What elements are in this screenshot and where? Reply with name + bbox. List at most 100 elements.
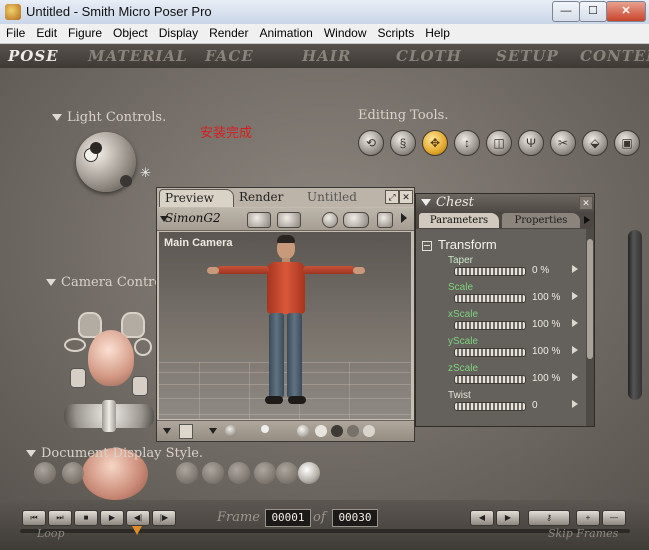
total-frames-field[interactable]: 00030 <box>332 509 378 527</box>
view-toggle-icon[interactable] <box>322 212 338 228</box>
camera-hand-icon[interactable] <box>70 368 86 388</box>
menu-render[interactable]: Render <box>203 24 253 40</box>
param-menu-arrow-icon[interactable] <box>572 400 578 408</box>
param-menu-arrow-icon[interactable] <box>572 346 578 354</box>
prev-keyframe-button[interactable]: ◀ <box>470 510 494 526</box>
param-value[interactable]: 100 % <box>532 346 560 357</box>
playhead-icon[interactable] <box>132 526 142 535</box>
room-tab-pose[interactable]: POSE <box>8 47 59 65</box>
room-tab-cloth[interactable]: CLOTH <box>396 47 462 65</box>
close-icon[interactable]: ✕ <box>399 190 413 204</box>
tab-preview[interactable]: Preview <box>159 189 234 207</box>
room-tab-material[interactable]: MATERIAL <box>88 47 188 65</box>
collapse-box-icon[interactable] <box>422 240 432 251</box>
display-dot-icon[interactable] <box>363 425 375 437</box>
menu-window[interactable]: Window <box>318 24 372 40</box>
3d-viewport[interactable]: Main Camera <box>159 232 411 419</box>
move-y-control[interactable] <box>102 400 116 432</box>
light-dot-icon[interactable] <box>261 425 269 433</box>
figure-shirt[interactable] <box>267 262 305 314</box>
param-menu-arrow-icon[interactable] <box>572 265 578 273</box>
maximize-button[interactable]: ☐ <box>579 1 607 22</box>
face-camera-icon[interactable] <box>64 338 86 352</box>
go-to-end-button[interactable]: ⏭ <box>48 510 72 526</box>
menu-triangle-icon[interactable] <box>163 428 171 434</box>
scale-tool-icon[interactable]: ◫ <box>486 130 512 156</box>
group-header[interactable]: Transform <box>422 237 497 252</box>
light-handle[interactable] <box>90 142 102 154</box>
scrollbar[interactable] <box>586 229 594 426</box>
menu-help[interactable]: Help <box>419 24 455 40</box>
camera-hand-icon[interactable] <box>132 376 148 396</box>
edit-keyframes-button[interactable]: ⚷ <box>528 510 570 526</box>
room-tab-setup[interactable]: SETUP <box>496 47 559 65</box>
play-button[interactable]: ▶ <box>100 510 124 526</box>
arrow-right-icon[interactable] <box>401 213 407 223</box>
tab-properties[interactable]: Properties <box>502 213 580 228</box>
sun-icon[interactable]: ✳ <box>140 165 151 181</box>
tab-render[interactable]: Render <box>231 189 299 206</box>
twist-tool-icon[interactable]: § <box>390 130 416 156</box>
display-style-button[interactable] <box>276 462 298 484</box>
shading-ball-icon[interactable] <box>297 425 309 437</box>
color-swatch[interactable] <box>179 424 193 439</box>
grouping-tool-icon[interactable]: ▣ <box>614 130 640 156</box>
timeline-slider[interactable] <box>20 529 630 533</box>
stop-button[interactable]: ■ <box>74 510 98 526</box>
figure-name[interactable]: SimonG2 <box>165 211 221 225</box>
camera-head-control[interactable] <box>88 330 134 386</box>
param-value[interactable]: 100 % <box>532 292 560 303</box>
add-keyframe-button[interactable]: + <box>576 510 600 526</box>
light-controls-header[interactable]: Light Controls. <box>52 110 166 125</box>
menu-figure[interactable]: Figure <box>62 24 107 40</box>
loop-label[interactable]: Loop <box>37 527 65 540</box>
scrollbar-thumb[interactable] <box>587 239 593 359</box>
current-frame-field[interactable]: 00001 <box>265 509 311 527</box>
display-dot-icon[interactable] <box>347 425 359 437</box>
display-dot-icon[interactable] <box>315 425 327 437</box>
camera-select-icon[interactable] <box>247 212 271 228</box>
light-handle[interactable] <box>120 175 132 187</box>
menu-object[interactable]: Object <box>107 24 153 40</box>
document-display-style-header[interactable]: Document Display Style. <box>26 446 203 461</box>
menu-file[interactable]: File <box>0 24 30 40</box>
room-tab-face[interactable]: FACE <box>205 47 254 65</box>
param-dial[interactable] <box>454 321 526 330</box>
menu-animation[interactable]: Animation <box>253 24 317 40</box>
flyaround-camera-icon[interactable] <box>134 338 152 356</box>
prev-frame-button[interactable]: ◀| <box>126 510 150 526</box>
skip-frames-label[interactable]: Skip Frames <box>548 527 618 540</box>
resize-icon[interactable]: ⤢ <box>385 190 399 204</box>
param-menu-arrow-icon[interactable] <box>572 292 578 300</box>
param-value[interactable]: 100 % <box>532 373 560 384</box>
figure-right-arm[interactable] <box>303 266 355 274</box>
menu-scripts[interactable]: Scripts <box>372 24 420 40</box>
menu-triangle-icon[interactable] <box>209 428 217 434</box>
param-value[interactable]: 100 % <box>532 319 560 330</box>
close-icon[interactable]: ✕ <box>579 196 593 210</box>
preview-option-icon[interactable] <box>377 212 393 228</box>
shading-ball-icon[interactable] <box>225 425 237 437</box>
close-button[interactable]: ✕ <box>606 1 646 22</box>
display-style-button[interactable] <box>228 462 250 484</box>
side-panel-handle[interactable] <box>628 230 642 400</box>
figure-left-leg[interactable] <box>269 313 284 398</box>
param-menu-arrow-icon[interactable] <box>572 319 578 327</box>
param-dial[interactable] <box>454 294 526 303</box>
display-style-button[interactable] <box>176 462 198 484</box>
minimize-button[interactable]: — <box>552 1 580 22</box>
right-hand-camera-icon[interactable] <box>121 312 145 338</box>
param-dial[interactable] <box>454 402 526 411</box>
param-menu-arrow-icon[interactable] <box>572 373 578 381</box>
next-keyframe-button[interactable]: ▶ <box>496 510 520 526</box>
display-style-button[interactable] <box>62 462 84 484</box>
actor-name[interactable]: Chest <box>436 195 474 210</box>
param-value[interactable]: 0 % <box>532 265 549 276</box>
go-to-start-button[interactable]: ⏮ <box>22 510 46 526</box>
chain-break-icon[interactable]: ✂ <box>550 130 576 156</box>
translate-tool-icon[interactable]: ✥ <box>422 130 448 156</box>
room-tab-hair[interactable]: HAIR <box>302 47 351 65</box>
taper-tool-icon[interactable]: Ψ <box>518 130 544 156</box>
param-dial[interactable] <box>454 267 526 276</box>
tab-parameters[interactable]: Parameters <box>419 213 499 228</box>
